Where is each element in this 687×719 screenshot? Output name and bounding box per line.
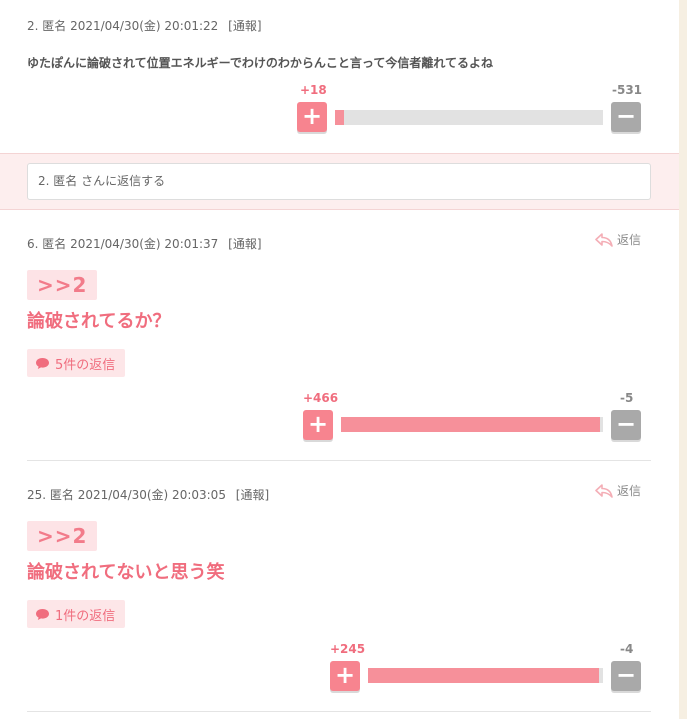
report-link[interactable]: [通報]: [236, 488, 269, 502]
plus-count: +245: [330, 642, 366, 656]
comment-body: 論破されてるか？: [27, 311, 171, 332]
minus-count: -5: [620, 391, 634, 405]
anchor-link[interactable]: >>2: [27, 270, 98, 300]
vote-ratio-fill: [341, 417, 601, 432]
plus-vote-button[interactable]: +: [303, 410, 333, 440]
reply-arrow-icon: [595, 232, 613, 247]
comment-meta: 25. 匿名 2021/04/30(金) 20:03:05 [通報]: [27, 486, 269, 503]
vote-ratio-fill: [335, 110, 344, 125]
comment-meta-text: 2. 匿名 2021/04/30(金) 20:01:22: [27, 19, 219, 33]
reply-count-label: 1件の返信: [55, 608, 116, 624]
vote-ratio-bar: [341, 417, 603, 432]
minus-count: -4: [620, 642, 634, 656]
comment-meta-text: 25. 匿名 2021/04/30(金) 20:03:05: [27, 488, 226, 502]
speech-bubble-icon: [36, 357, 49, 369]
reply-form-panel: 2. 匿名 さんに返信する: [0, 153, 679, 210]
minus-vote-button[interactable]: −: [611, 661, 641, 691]
vote-ratio-bar: [368, 668, 603, 683]
comment-body: ゆたぽんに論破されて位置エネルギーでわけのわからんこと言って今信者離れてるよね: [27, 56, 493, 70]
plus-count: +466: [303, 391, 339, 405]
comment-25: 25. 匿名 2021/04/30(金) 20:03:05 [通報] 返信 >>…: [0, 461, 679, 719]
reply-input[interactable]: 2. 匿名 さんに返信する: [27, 163, 651, 200]
reply-arrow-icon: [595, 483, 613, 498]
comment-divider: [27, 711, 651, 712]
comment-meta: 6. 匿名 2021/04/30(金) 20:01:37 [通報]: [27, 235, 262, 252]
comment-body: 論破されてないと思う笑: [27, 562, 225, 583]
comment-meta: 2. 匿名 2021/04/30(金) 20:01:22 [通報]: [27, 17, 262, 34]
reply-button[interactable]: 返信: [595, 231, 641, 248]
reply-label: 返信: [616, 484, 641, 498]
reply-button[interactable]: 返信: [595, 482, 641, 499]
reply-count-label: 5件の返信: [55, 357, 116, 373]
report-link[interactable]: [通報]: [228, 237, 261, 251]
reply-count-button[interactable]: 1件の返信: [27, 600, 126, 628]
comment-meta-text: 6. 匿名 2021/04/30(金) 20:01:37: [27, 237, 219, 251]
plus-vote-button[interactable]: +: [297, 102, 327, 132]
plus-vote-button[interactable]: +: [330, 661, 360, 691]
speech-bubble-icon: [36, 608, 49, 620]
comment-6: 6. 匿名 2021/04/30(金) 20:01:37 [通報] 返信 >>2…: [0, 210, 679, 461]
report-link[interactable]: [通報]: [228, 19, 261, 33]
reply-label: 返信: [616, 233, 641, 247]
minus-vote-button[interactable]: −: [611, 410, 641, 440]
plus-count: +18: [300, 83, 327, 97]
vote-ratio-fill: [368, 668, 600, 683]
comment-2: 2. 匿名 2021/04/30(金) 20:01:22 [通報] ゆたぽんに論…: [0, 0, 679, 153]
reply-count-button[interactable]: 5件の返信: [27, 349, 126, 377]
minus-count: -531: [612, 83, 643, 97]
page-side-strip: [679, 0, 687, 719]
anchor-link[interactable]: >>2: [27, 521, 98, 551]
vote-ratio-bar: [335, 110, 603, 125]
minus-vote-button[interactable]: −: [611, 102, 641, 132]
